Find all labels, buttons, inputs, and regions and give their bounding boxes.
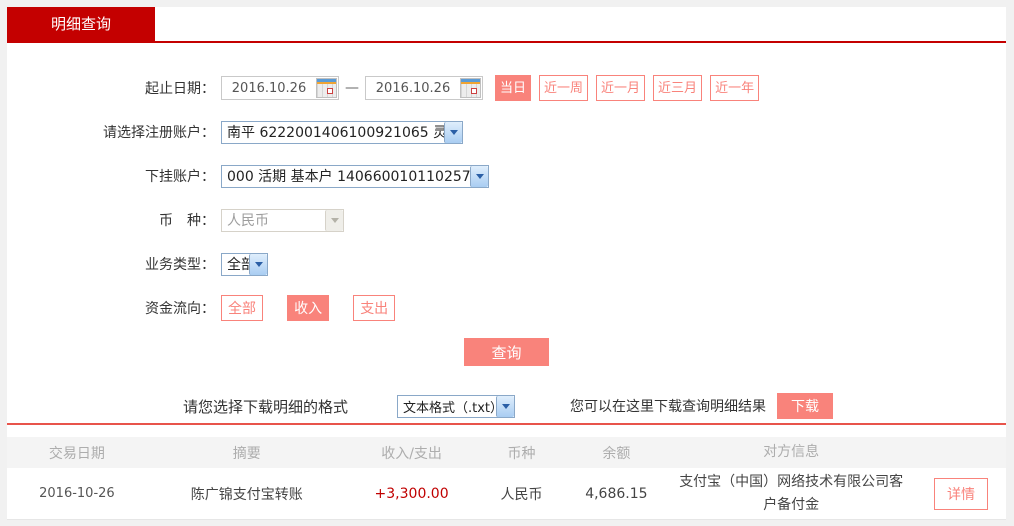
registered-account-select[interactable]: 南平 6222001406100921065 灵通卡 xyxy=(221,120,463,144)
detail-button[interactable]: 详情 xyxy=(934,477,989,510)
tab-bar: 明细查询 xyxy=(7,7,1006,43)
chevron-down-icon xyxy=(470,165,488,187)
results-table: 交易日期 摘要 收入/支出 币种 余额 对方信息 2016-10-26 陈广锦支… xyxy=(7,437,1006,520)
detail-query-page: 明细查询 起止日期： 2016.10.26 — 2016.10.26 当日 近一… xyxy=(0,0,1014,526)
header-income-expense: 收入/支出 xyxy=(381,445,442,462)
quick-range-today-button[interactable]: 当日 xyxy=(495,75,532,101)
tab-detail-query[interactable]: 明细查询 xyxy=(7,7,155,41)
date-separator: — xyxy=(345,80,359,96)
date-range-row: 起止日期： 2016.10.26 — 2016.10.26 当日 近一周 近一月… xyxy=(7,75,1006,101)
sub-account-label: 下挂账户： xyxy=(145,169,215,185)
business-type-label: 业务类型： xyxy=(145,257,215,273)
currency-label: 币 种： xyxy=(159,213,215,229)
cell-action: 详情 xyxy=(916,477,1006,510)
cell-counterparty: 支付宝（中国）网络技术有限公司客户备付金 xyxy=(679,474,904,513)
cell-transaction-date: 2016-10-26 xyxy=(39,486,115,501)
cell-balance: 4,686.15 xyxy=(585,485,648,502)
query-button[interactable]: 查询 xyxy=(464,338,549,366)
business-type-value: 全部 xyxy=(227,257,249,273)
registered-account-label: 请选择注册账户： xyxy=(103,125,215,141)
currency-row: 币 种： 人民币 xyxy=(7,207,1006,233)
business-type-select[interactable]: 全部 xyxy=(221,252,268,276)
sub-account-row: 下挂账户： 000 活期 基本户 1406600101102571848 xyxy=(7,163,1006,189)
download-hint: 您可以在这里下载查询明细结果 xyxy=(570,399,766,415)
end-date-value: 2016.10.26 xyxy=(375,80,451,96)
fund-flow-row: 资金流向： 全部 收入 支出 xyxy=(7,295,1006,321)
sub-account-select[interactable]: 000 活期 基本户 1406600101102571848 xyxy=(221,164,489,188)
header-summary: 摘要 xyxy=(232,445,261,462)
sub-account-value: 000 活期 基本户 1406600101102571848 xyxy=(227,169,470,185)
cell-amount: +3,300.00 xyxy=(374,485,449,502)
cell-summary: 陈广锦支付宝转账 xyxy=(190,486,303,503)
table-row: 2016-10-26 陈广锦支付宝转账 +3,300.00 人民币 4,686.… xyxy=(7,468,1006,520)
date-range-label: 起止日期： xyxy=(145,81,215,97)
currency-value: 人民币 xyxy=(227,213,269,229)
flow-all-button[interactable]: 全部 xyxy=(221,295,263,321)
download-row: 请您选择下载明细的格式 文本格式（.txt） 您可以在这里下载查询明细结果 下载 xyxy=(7,393,1006,419)
registered-account-value: 南平 6222001406100921065 灵通卡 xyxy=(227,125,444,141)
quick-range-month-button[interactable]: 近一月 xyxy=(596,75,646,101)
flow-expense-button[interactable]: 支出 xyxy=(353,295,396,321)
calendar-icon[interactable] xyxy=(316,78,337,98)
chevron-down-icon xyxy=(249,253,267,275)
header-transaction-date: 交易日期 xyxy=(48,445,105,462)
chevron-down-icon xyxy=(444,121,462,143)
quick-range-3months-button[interactable]: 近三月 xyxy=(653,75,703,101)
start-date-value: 2016.10.26 xyxy=(231,80,307,96)
fund-flow-label: 资金流向： xyxy=(145,301,215,317)
quick-range-week-button[interactable]: 近一周 xyxy=(539,75,589,101)
query-form: 起止日期： 2016.10.26 — 2016.10.26 当日 近一周 近一月… xyxy=(7,43,1006,425)
header-currency: 币种 xyxy=(507,445,536,462)
fund-flow-buttons: 全部 收入 支出 xyxy=(221,295,414,321)
registered-account-row: 请选择注册账户： 南平 6222001406100921065 灵通卡 xyxy=(7,119,1006,145)
table-header-row: 交易日期 摘要 收入/支出 币种 余额 对方信息 xyxy=(7,437,1006,468)
start-date-input[interactable]: 2016.10.26 xyxy=(221,76,339,100)
cell-currency: 人民币 xyxy=(500,486,543,503)
flow-income-button[interactable]: 收入 xyxy=(287,295,330,321)
download-format-value: 文本格式（.txt） xyxy=(403,400,496,416)
header-counterparty: 对方信息 xyxy=(763,444,820,461)
business-type-row: 业务类型： 全部 xyxy=(7,251,1006,277)
chevron-down-icon xyxy=(496,395,514,417)
download-format-label: 请您选择下载明细的格式 xyxy=(183,397,349,416)
content-panel: 明细查询 起止日期： 2016.10.26 — 2016.10.26 当日 近一… xyxy=(7,7,1006,520)
calendar-icon[interactable] xyxy=(460,78,481,98)
header-balance: 余额 xyxy=(602,445,631,462)
chevron-down-icon xyxy=(325,209,343,231)
quick-range-year-button[interactable]: 近一年 xyxy=(710,75,760,101)
download-button[interactable]: 下载 xyxy=(777,393,833,419)
end-date-input[interactable]: 2016.10.26 xyxy=(365,76,483,100)
currency-select: 人民币 xyxy=(221,208,344,232)
download-format-select[interactable]: 文本格式（.txt） xyxy=(397,394,515,418)
